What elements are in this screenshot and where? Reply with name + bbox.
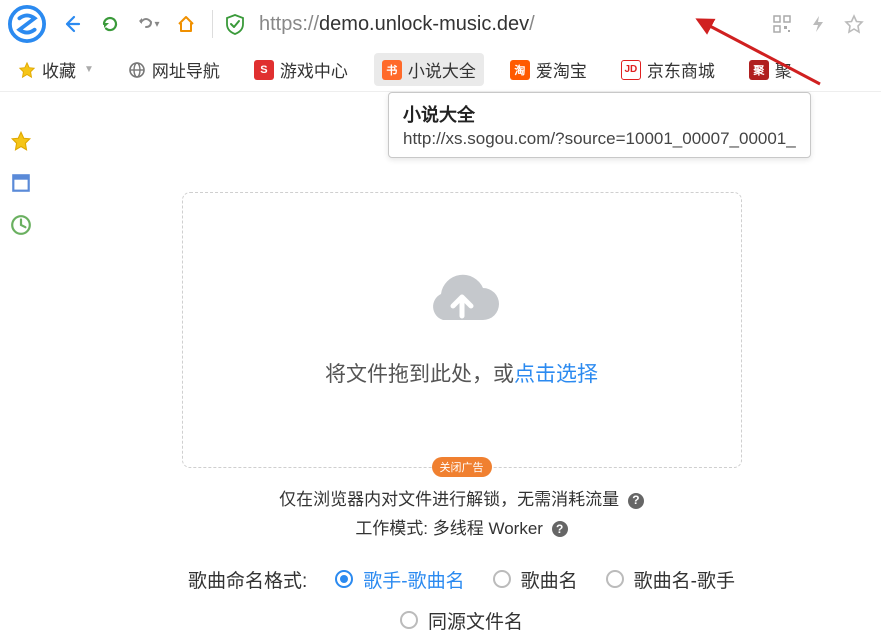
qr-icon[interactable]: [771, 13, 793, 35]
close-ad-button[interactable]: 关闭广告: [432, 457, 492, 477]
page-content: 将文件拖到此处，或点击选择 关闭广告 仅在浏览器内对文件进行解锁，无需消耗流量 …: [42, 92, 881, 640]
bookmark-label: 小说大全: [408, 57, 476, 82]
radio-text: 同源文件名: [428, 607, 523, 634]
radio-text: 歌曲名: [521, 566, 578, 593]
radio-artist-title[interactable]: 歌手-歌曲名: [335, 566, 464, 593]
bookmark-ju[interactable]: 聚 聚: [741, 53, 800, 86]
sidebar-star-icon[interactable]: [10, 130, 32, 152]
radio-same-filename[interactable]: 同源文件名: [400, 607, 523, 634]
address-bar[interactable]: https://demo.unlock-music.dev/: [253, 13, 765, 36]
url-scheme: https://: [259, 13, 319, 36]
favorites-label: 收藏: [42, 57, 76, 82]
bookmark-jd[interactable]: JD 京东商城: [613, 53, 723, 86]
undo-button[interactable]: ▾: [132, 8, 164, 40]
info-line-1: 仅在浏览器内对文件进行解锁，无需消耗流量 ?: [82, 486, 841, 515]
help-icon[interactable]: ?: [552, 521, 568, 537]
bookmark-favicon: 淘: [510, 60, 530, 80]
back-button[interactable]: [56, 8, 88, 40]
bookmark-novels[interactable]: 书 小说大全: [374, 53, 484, 86]
naming-format-group: 歌曲命名格式: 歌手-歌曲名 歌曲名 歌曲名-歌手 同源文件名: [82, 566, 841, 634]
browser-logo-icon: [8, 5, 46, 43]
home-button[interactable]: [170, 8, 202, 40]
upload-cloud-icon: [421, 272, 503, 334]
browser-sidebar: [0, 92, 42, 236]
bookmark-aitaobao[interactable]: 淘 爱淘宝: [502, 53, 595, 86]
radio-title[interactable]: 歌曲名: [493, 566, 578, 593]
dropzone-prefix: 将文件拖到此处，或: [325, 363, 514, 386]
url-host: demo.unlock-music.dev: [319, 13, 529, 36]
security-shield-icon[interactable]: [223, 12, 247, 36]
bookmark-label: 网址导航: [152, 57, 220, 82]
radio-icon: [335, 570, 353, 588]
radio-icon: [493, 570, 511, 588]
bookmark-favicon: JD: [621, 60, 641, 80]
bookmarks-bar: 收藏 ▼ 网址导航 S 游戏中心 书 小说大全 淘 爱淘宝 JD 京东商城 聚 …: [0, 48, 881, 92]
radio-icon: [400, 611, 418, 629]
bookmark-favicon: 聚: [749, 60, 769, 80]
bookmark-label: 聚: [775, 57, 792, 82]
radio-text: 歌手-歌曲名: [363, 566, 464, 593]
tooltip-url: http://xs.sogou.com/?source=10001_00007_…: [403, 129, 796, 149]
tooltip-title: 小说大全: [403, 101, 796, 127]
bookmark-favicon: S: [254, 60, 274, 80]
info-text-2: 工作模式: 多线程 Worker: [355, 519, 543, 538]
star-icon[interactable]: [843, 13, 865, 35]
naming-label: 歌曲命名格式:: [188, 566, 307, 593]
dropzone-text: 将文件拖到此处，或点击选择: [325, 358, 598, 388]
bookmark-label: 游戏中心: [280, 57, 348, 82]
toolbar-right: [771, 13, 873, 35]
dropzone-browse-link[interactable]: 点击选择: [514, 363, 598, 386]
radio-text: 歌曲名-歌手: [634, 566, 735, 593]
reload-button[interactable]: [94, 8, 126, 40]
info-line-2: 工作模式: 多线程 Worker ?: [82, 515, 841, 544]
radio-title-artist[interactable]: 歌曲名-歌手: [606, 566, 735, 593]
bookmark-webnav[interactable]: 网址导航: [120, 53, 228, 86]
bookmark-favicon: 书: [382, 60, 402, 80]
browser-toolbar: ▾ https://demo.unlock-music.dev/: [0, 0, 881, 48]
sidebar-history-icon[interactable]: [10, 214, 32, 236]
favorites-menu[interactable]: 收藏 ▼: [10, 53, 102, 86]
bookmark-tooltip: 小说大全 http://xs.sogou.com/?source=10001_0…: [388, 92, 811, 158]
bookmark-gamecenter[interactable]: S 游戏中心: [246, 53, 356, 86]
url-path: /: [529, 13, 535, 36]
info-text-1: 仅在浏览器内对文件进行解锁，无需消耗流量: [279, 490, 619, 509]
sidebar-panel-icon[interactable]: [10, 172, 32, 194]
info-block: 仅在浏览器内对文件进行解锁，无需消耗流量 ? 工作模式: 多线程 Worker …: [82, 486, 841, 544]
bookmark-label: 京东商城: [647, 57, 715, 82]
upload-dropzone[interactable]: 将文件拖到此处，或点击选择 关闭广告: [182, 192, 742, 468]
separator: [212, 10, 213, 38]
bookmark-label: 爱淘宝: [536, 57, 587, 82]
chevron-down-icon: ▼: [84, 64, 94, 75]
radio-icon: [606, 570, 624, 588]
help-icon[interactable]: ?: [628, 493, 644, 509]
flash-icon[interactable]: [807, 13, 829, 35]
